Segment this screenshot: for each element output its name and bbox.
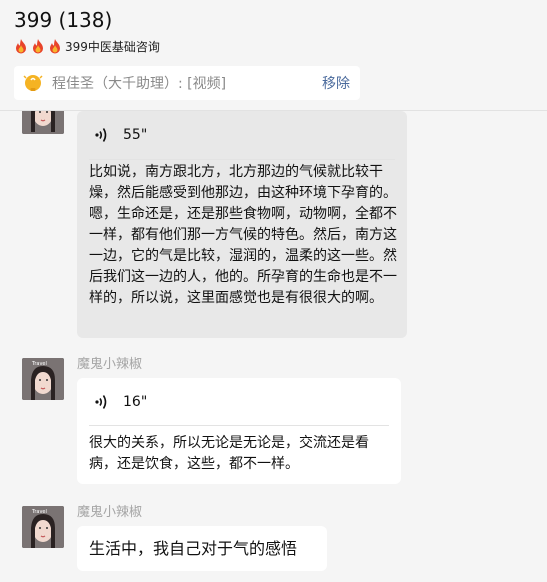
chat-header: 399 (138) 399中医基础咨询 程佳圣（大千助理）: [视频] 移除 (0, 0, 547, 111)
fire-icon (16, 39, 26, 54)
divider (89, 425, 389, 426)
avatar[interactable]: Travel (22, 358, 64, 400)
voice-transcript: 比如说，南方跟北方，北方那边的气候就比较干燥，然后能感受到他那边，由这种环境下孕… (89, 164, 397, 306)
voice-duration: 16" (123, 393, 148, 410)
avatar-label: Travel (31, 361, 47, 367)
fire-icon (50, 39, 60, 54)
group-subtitle-row: 399中医基础咨询 (14, 38, 160, 55)
text-message-bubble[interactable]: 生活中，我自己对于气的感悟 (77, 526, 327, 571)
voice-player[interactable]: 16" (95, 392, 147, 412)
voice-duration: 55" (123, 126, 148, 143)
fire-icon (33, 39, 43, 54)
sender-name: 魔鬼小辣椒 (77, 505, 143, 520)
group-subtitle: 399中医基础咨询 (65, 40, 160, 54)
voice-transcript: 很大的关系，所以无论是无论是，交流还是看病，还是饮食，这些，都不一样。 (89, 435, 369, 472)
divider (89, 159, 395, 160)
voice-message-bubble[interactable]: 55" 比如说，南方跟北方，北方那边的气候就比较干燥，然后能感受到他那边，由这种… (77, 111, 407, 338)
voice-wave-icon (95, 395, 107, 409)
lightbulb-icon (23, 75, 43, 91)
voice-player[interactable]: 55" (95, 125, 147, 145)
voice-wave-icon (95, 128, 107, 142)
avatar-label: Travel (31, 509, 47, 515)
group-title[interactable]: 399 (138) (14, 8, 112, 32)
notice-text: 程佳圣（大千助理）: [视频] (52, 76, 227, 92)
sender-name: 魔鬼小辣椒 (77, 357, 143, 372)
avatar[interactable]: Travel (22, 506, 64, 548)
remove-notice-button[interactable]: 移除 (322, 73, 350, 93)
pinned-notice[interactable]: 程佳圣（大千助理）: [视频] 移除 (14, 66, 360, 100)
voice-message-bubble[interactable]: 16" 很大的关系，所以无论是无论是，交流还是看病，还是饮食，这些，都不一样。 (77, 378, 401, 484)
